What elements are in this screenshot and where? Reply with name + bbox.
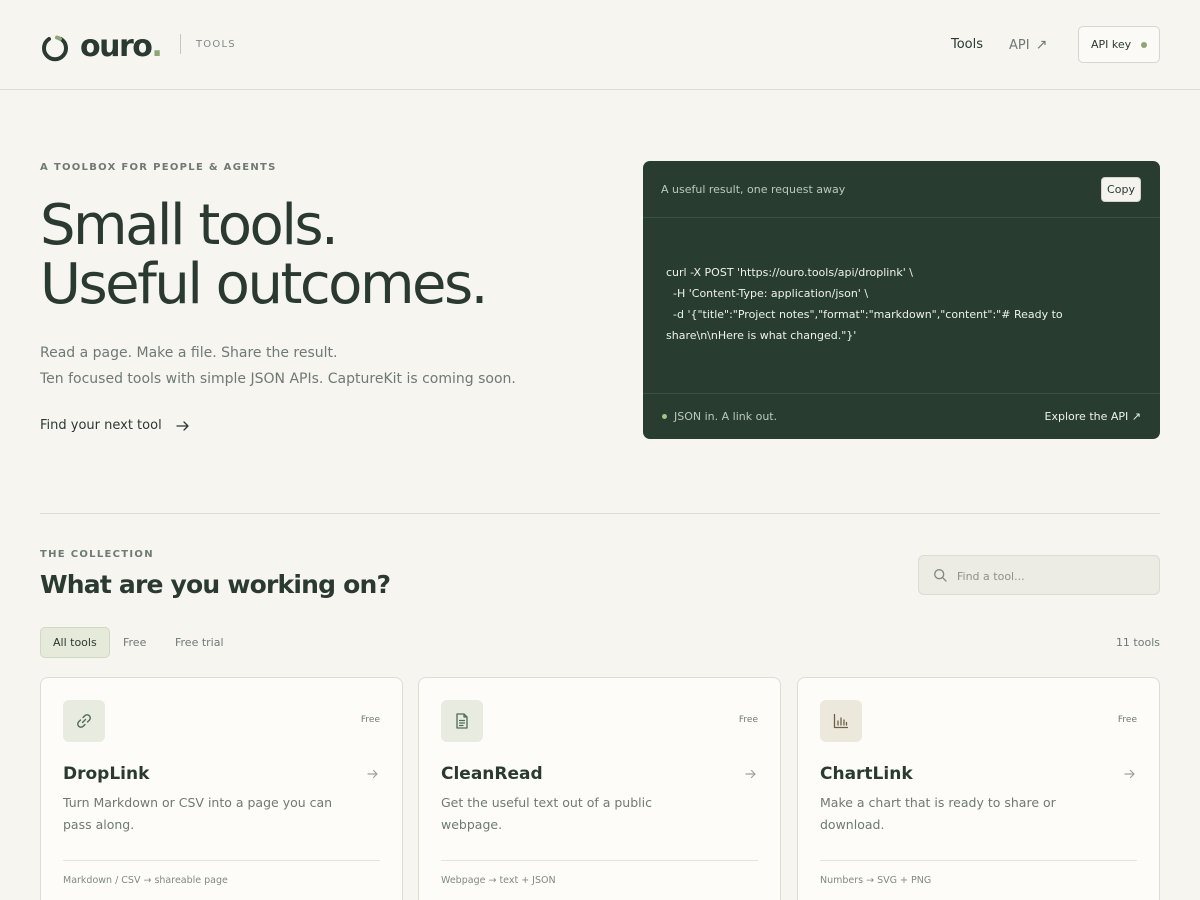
api-key-button[interactable]: API key (1078, 26, 1160, 63)
price-badge: Free (1117, 715, 1137, 725)
hero-description-line-1: Read a page. Make a file. Share the resu… (40, 345, 338, 361)
arrow-right-icon (176, 420, 189, 431)
filter-free[interactable]: Free (110, 627, 159, 658)
section-divider (40, 513, 1160, 514)
code-panel-footer: JSON in. A link out. Explore the API ↗ (643, 393, 1160, 439)
code-line: -d '{"title":"Project notes","format":"m… (666, 308, 1067, 342)
tool-search (918, 555, 1160, 595)
card-io-summary: Numbers → SVG + PNG (820, 875, 932, 886)
nav-api-label: API (1009, 38, 1030, 53)
logo-subtitle: TOOLS (196, 39, 236, 50)
code-snippet: curl -X POST 'https://ouro.tools/api/dro… (666, 262, 1136, 346)
card-io-summary: Webpage → text + JSON (441, 875, 556, 886)
card-title: DropLink (63, 764, 150, 784)
hero-description-line-2: Ten focused tools with simple JSON APIs.… (40, 371, 516, 387)
search-input[interactable] (957, 565, 1147, 587)
code-line: curl -X POST 'https://ouro.tools/api/dro… (666, 266, 913, 279)
hero-title: Small tools. Useful outcomes. (40, 193, 488, 317)
link-icon (77, 714, 91, 728)
card-description: Make a chart that is ready to share or d… (820, 795, 1056, 832)
logo-wordmark: ouro. (80, 28, 163, 64)
site-header: ouro. TOOLS Tools API ↗ API key (0, 0, 1200, 90)
collection-eyebrow: THE COLLECTION (40, 549, 154, 560)
filter-all-tools[interactable]: All tools (40, 627, 110, 658)
tool-card-chartlink[interactable]: Free ChartLink Make a chart that is read… (797, 677, 1160, 900)
price-badge: Free (360, 715, 380, 725)
hero-title-line-2: Useful outcomes. (40, 252, 488, 317)
copy-button[interactable]: Copy (1101, 177, 1141, 202)
card-icon-tile (820, 700, 862, 742)
code-line: -H 'Content-Type: application/json' \ (666, 287, 869, 300)
filter-free-trial[interactable]: Free trial (162, 627, 237, 658)
logo-link[interactable]: ouro. (40, 26, 163, 66)
nav-tools-link[interactable]: Tools (951, 37, 983, 52)
card-divider (441, 860, 758, 861)
code-panel-header: A useful result, one request away Copy (643, 161, 1160, 218)
card-description: Turn Markdown or CSV into a page you can… (63, 795, 333, 832)
card-title: CleanRead (441, 764, 543, 784)
card-title: ChartLink (820, 764, 913, 784)
tool-card-cleanread[interactable]: Free CleanRead Get the useful text out o… (418, 677, 781, 900)
hero-eyebrow: A TOOLBOX FOR PEOPLE & AGENTS (40, 162, 277, 173)
hero-title-line-1: Small tools. (40, 193, 339, 258)
find-tool-label: Find your next tool (40, 418, 162, 433)
card-io-summary: Markdown / CSV → shareable page (63, 875, 228, 886)
search-icon (934, 569, 947, 582)
arrow-right-icon (367, 769, 378, 779)
arrow-right-icon (1124, 769, 1135, 779)
document-icon (456, 713, 468, 729)
api-key-label: API key (1091, 38, 1132, 51)
code-panel-title: A useful result, one request away (661, 183, 846, 196)
hero-description: Read a page. Make a file. Share the resu… (40, 340, 516, 392)
card-icon-tile (63, 700, 105, 742)
code-panel: A useful result, one request away Copy c… (643, 161, 1160, 439)
bar-chart-icon (833, 713, 849, 729)
card-description: Get the useful text out of a public webp… (441, 795, 652, 832)
status-dot-icon (1141, 42, 1147, 48)
explore-api-link[interactable]: Explore the API ↗ (1045, 410, 1141, 423)
find-tool-link[interactable]: Find your next tool (40, 418, 190, 433)
nav-api-link[interactable]: API ↗ (1009, 37, 1047, 53)
collection-title: What are you working on? (40, 570, 391, 599)
card-divider (63, 860, 380, 861)
card-divider (820, 860, 1137, 861)
price-badge: Free (738, 715, 758, 725)
card-icon-tile (441, 700, 483, 742)
logo-divider (180, 34, 181, 54)
code-footer-note: JSON in. A link out. (674, 410, 778, 423)
tool-count: 11 tools (1115, 636, 1160, 649)
logo-ring-icon (42, 35, 68, 62)
tool-card-droplink[interactable]: Free DropLink Turn Markdown or CSV into … (40, 677, 403, 900)
status-dot-icon (662, 414, 667, 419)
external-arrow-icon: ↗ (1035, 37, 1048, 53)
arrow-right-icon (745, 769, 756, 779)
